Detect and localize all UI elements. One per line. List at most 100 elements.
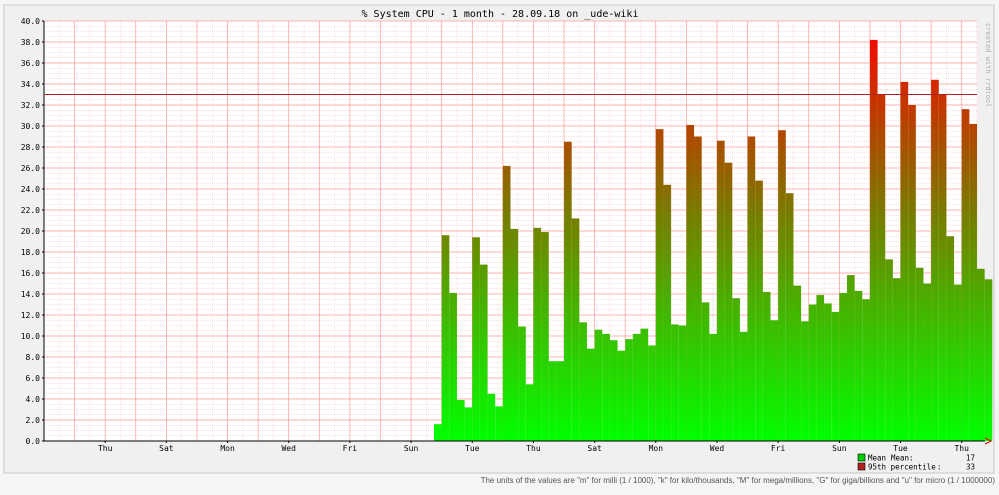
bar bbox=[831, 311, 840, 441]
y-tick-label: 16.0 bbox=[21, 269, 40, 278]
y-tick-label: 28.0 bbox=[21, 143, 40, 152]
bar bbox=[931, 79, 939, 442]
bar bbox=[824, 303, 832, 441]
x-tick-label: Thu bbox=[954, 444, 969, 453]
bar bbox=[541, 232, 549, 441]
bar bbox=[923, 283, 932, 441]
x-tick-label: Sat bbox=[587, 444, 602, 453]
legend-mean-stat-label: Mean: bbox=[891, 454, 914, 463]
bar bbox=[678, 325, 687, 441]
bar bbox=[778, 130, 786, 441]
bar bbox=[984, 279, 993, 441]
legend-mean-swatch bbox=[857, 453, 866, 462]
y-tick-label: 38.0 bbox=[21, 38, 40, 47]
bar bbox=[518, 326, 526, 441]
bar bbox=[801, 321, 809, 441]
bar bbox=[449, 292, 457, 441]
bar bbox=[579, 322, 587, 441]
legend-p95-stat-label: : bbox=[937, 463, 942, 472]
y-tick-label: 12.0 bbox=[21, 311, 40, 320]
y-tick-label: 40.0 bbox=[21, 17, 40, 26]
bar bbox=[464, 407, 473, 441]
legend-mean-value: 17 bbox=[966, 454, 975, 463]
legend-mean-label: Mean bbox=[868, 454, 886, 463]
bar bbox=[571, 218, 580, 441]
bar bbox=[510, 228, 519, 441]
bar bbox=[915, 267, 924, 441]
bar bbox=[617, 350, 626, 441]
bar bbox=[655, 129, 664, 441]
bar bbox=[472, 237, 480, 441]
y-tick-label: 24.0 bbox=[21, 185, 40, 194]
bar bbox=[732, 298, 740, 441]
bar bbox=[747, 136, 756, 441]
bar bbox=[434, 424, 442, 441]
legend-p95-swatch bbox=[857, 462, 866, 471]
x-tick-label: Wed bbox=[710, 444, 725, 453]
x-tick-label: Wed bbox=[281, 444, 296, 453]
bar bbox=[724, 162, 733, 441]
bar bbox=[602, 333, 610, 441]
bar bbox=[816, 295, 825, 441]
y-tick-label: 6.0 bbox=[26, 374, 41, 383]
bar bbox=[648, 345, 656, 441]
bar bbox=[900, 81, 909, 442]
bar bbox=[716, 140, 725, 441]
bar bbox=[808, 304, 817, 441]
bar bbox=[502, 165, 511, 441]
bar bbox=[533, 227, 542, 441]
bar bbox=[686, 124, 695, 441]
bar bbox=[862, 299, 870, 441]
bar bbox=[556, 361, 565, 441]
x-tick-label: Sun bbox=[404, 444, 419, 453]
y-tick-label: 0.0 bbox=[26, 437, 41, 446]
bar bbox=[762, 291, 771, 441]
bar bbox=[877, 94, 886, 441]
legend-p95-value: 33 bbox=[966, 463, 975, 472]
x-tick-label: Mon bbox=[220, 444, 235, 453]
x-tick-label: Sat bbox=[159, 444, 174, 453]
bar bbox=[694, 136, 702, 441]
bar bbox=[854, 290, 863, 441]
bar bbox=[954, 284, 962, 441]
bar bbox=[479, 264, 488, 441]
bar bbox=[456, 400, 465, 441]
cpu-chart: % System CPU - 1 month - 28.09.18 on _ud… bbox=[0, 0, 999, 491]
y-tick-label: 34.0 bbox=[21, 80, 40, 89]
bar bbox=[709, 333, 717, 441]
x-tick-label: Thu bbox=[526, 444, 541, 453]
bar bbox=[793, 285, 802, 441]
bar bbox=[663, 184, 672, 442]
bar bbox=[671, 324, 679, 441]
bar bbox=[869, 39, 878, 442]
bar bbox=[564, 141, 572, 441]
x-tick-label: Tue bbox=[465, 444, 480, 453]
bar bbox=[586, 348, 595, 441]
y-tick-label: 36.0 bbox=[21, 59, 40, 68]
y-tick-label: 10.0 bbox=[21, 332, 40, 341]
y-tick-label: 22.0 bbox=[21, 206, 40, 215]
bar bbox=[739, 331, 748, 441]
bar bbox=[977, 268, 985, 441]
y-tick-label: 32.0 bbox=[21, 101, 40, 110]
bar bbox=[938, 94, 947, 441]
bar bbox=[594, 329, 603, 441]
bar bbox=[701, 302, 710, 441]
y-tick-label: 30.0 bbox=[21, 122, 40, 131]
bar bbox=[640, 328, 649, 441]
bar bbox=[946, 236, 955, 441]
chart-svg: % System CPU - 1 month - 28.09.18 on _ud… bbox=[0, 0, 999, 491]
y-tick-label: 20.0 bbox=[21, 227, 40, 236]
bar bbox=[885, 259, 893, 441]
bar bbox=[495, 406, 503, 441]
chart-title: % System CPU - 1 month - 28.09.18 on _ud… bbox=[362, 9, 639, 20]
bar bbox=[609, 340, 618, 441]
bar bbox=[632, 333, 641, 441]
bar bbox=[770, 320, 779, 441]
bar bbox=[892, 278, 901, 441]
units-footnote: The units of the values are "m" for mill… bbox=[480, 476, 995, 485]
y-tick-label: 26.0 bbox=[21, 164, 40, 173]
bar bbox=[548, 361, 557, 441]
bar bbox=[785, 193, 794, 441]
bar bbox=[839, 292, 847, 441]
